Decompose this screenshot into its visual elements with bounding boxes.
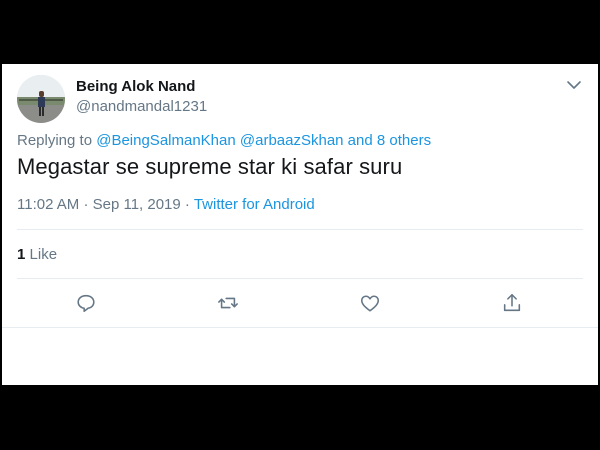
reply-icon [77,294,95,313]
divider [17,278,583,279]
likes-count[interactable]: 1 Like [17,246,57,263]
meta-separator-2: · [184,196,190,213]
share-button[interactable] [501,292,525,316]
tweet-date[interactable]: Sep 11, 2019 [93,196,181,213]
tweet-meta: 11:02 AM · Sep 11, 2019 · Twitter for An… [17,196,315,213]
chevron-down-icon[interactable] [566,78,582,92]
mention-others-link[interactable]: and 8 others [348,132,431,149]
mention-link-beingsalmankhan[interactable]: @BeingSalmanKhan [96,132,235,149]
likes-label: Like [29,246,58,263]
author-display-name[interactable]: Being Alok Nand [76,78,195,95]
avatar[interactable] [17,75,65,123]
retweet-button[interactable] [217,292,241,316]
replying-to-line: Replying to @BeingSalmanKhan @arbaazSkha… [17,132,431,149]
tweet-source-link[interactable]: Twitter for Android [194,196,315,213]
meta-separator: · [83,196,89,213]
tweet-action-bar [2,292,598,316]
tweet-text: Megastar se supreme star ki safar suru [17,154,403,179]
like-button[interactable] [359,292,383,316]
divider [17,229,583,230]
reply-button[interactable] [75,292,99,316]
retweet-icon [218,297,238,309]
heart-icon [360,295,380,312]
share-icon [503,293,521,312]
tweet-time[interactable]: 11:02 AM [17,196,79,213]
author-handle[interactable]: @nandmandal1231 [76,98,207,115]
tweet-card: Being Alok Nand @nandmandal1231 Replying… [2,64,598,385]
bottom-divider [2,327,598,328]
user-avatar-photo [17,75,65,123]
mention-link-arbaazskhan[interactable]: @arbaazSkhan [240,132,344,149]
likes-number: 1 [17,246,26,263]
replying-to-prefix: Replying to [17,132,93,149]
